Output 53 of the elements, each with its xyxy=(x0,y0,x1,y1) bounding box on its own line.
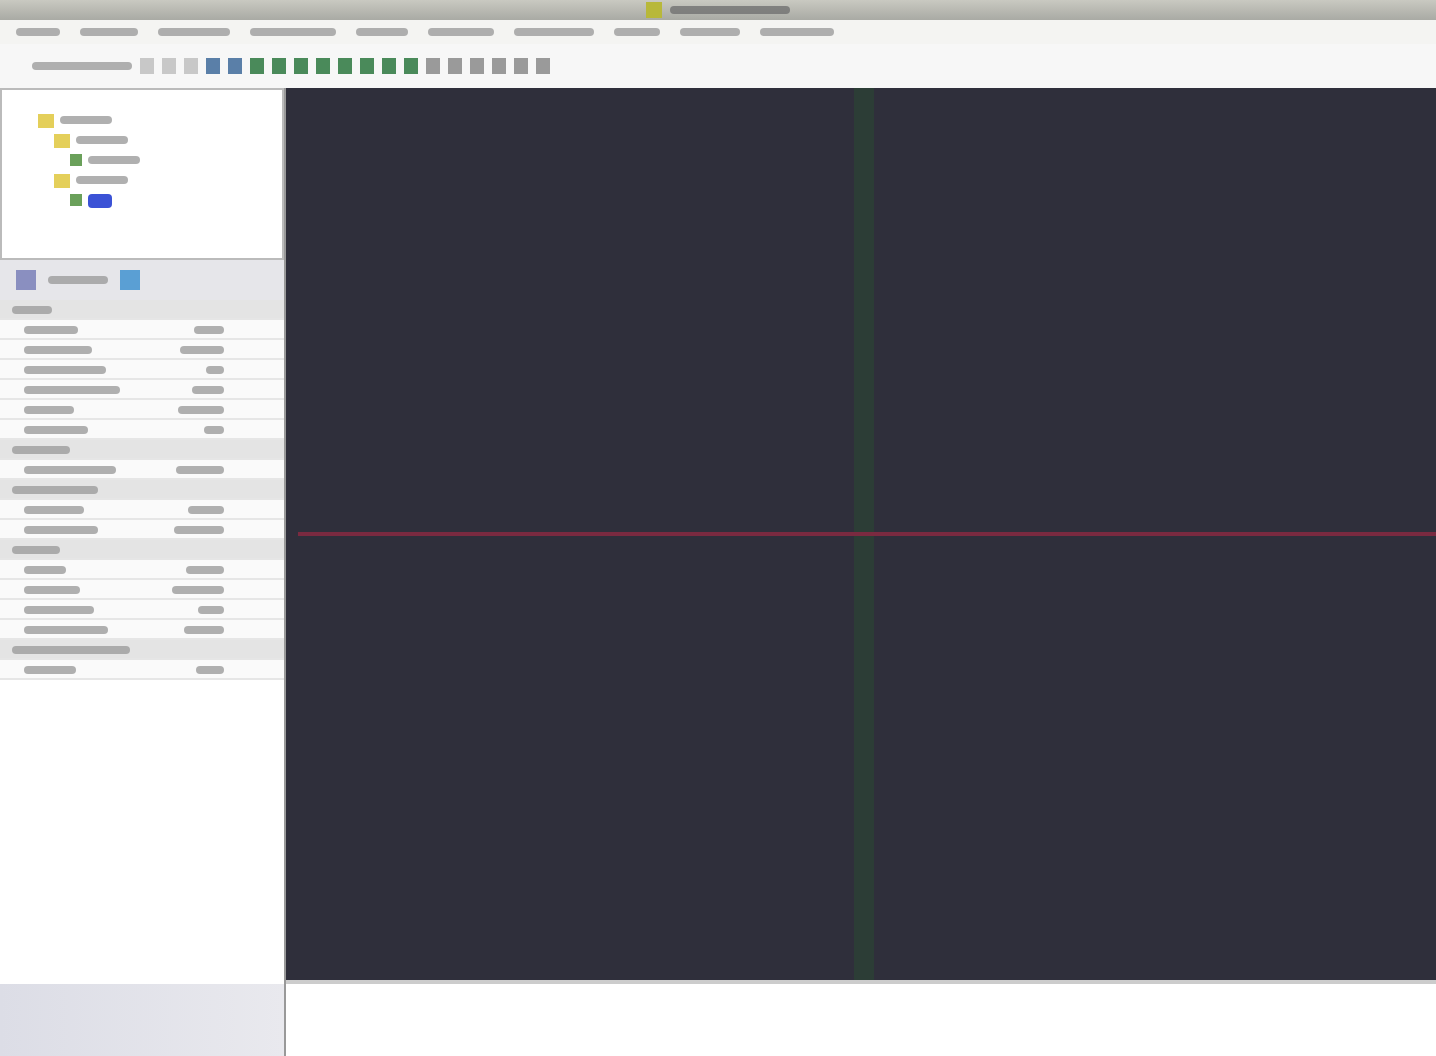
illegible-value xyxy=(198,605,224,613)
illegible-value xyxy=(188,505,224,513)
illegible-property xyxy=(24,425,88,433)
illegible-section xyxy=(12,445,70,453)
illegible-property xyxy=(24,405,74,413)
illegible-section xyxy=(12,545,60,553)
illegible-value xyxy=(192,385,224,393)
node-icon xyxy=(70,154,82,166)
panel-icon xyxy=(120,270,140,290)
menu-item[interactable] xyxy=(80,28,138,36)
illegible-section xyxy=(12,305,52,313)
illegible-section xyxy=(12,645,130,653)
illegible-value xyxy=(178,405,224,413)
menu-item[interactable] xyxy=(158,28,230,36)
illegible-value xyxy=(184,625,224,633)
illegible-property xyxy=(24,325,78,333)
illegible-value xyxy=(176,465,224,473)
illegible-property xyxy=(24,465,116,473)
illegible-property xyxy=(24,565,66,573)
tree-item[interactable] xyxy=(88,193,112,207)
node-icon xyxy=(70,194,82,206)
illegible-property xyxy=(24,365,106,373)
app-icon xyxy=(646,2,662,18)
menu-item[interactable] xyxy=(356,28,408,36)
menu-item[interactable] xyxy=(760,28,834,36)
menu-item[interactable] xyxy=(614,28,660,36)
illegible-label xyxy=(48,276,108,284)
illegible-property xyxy=(24,665,76,673)
illegible-property xyxy=(24,625,108,633)
illegible-value xyxy=(194,325,224,333)
panel-icon xyxy=(16,270,36,290)
illegible-title xyxy=(670,6,790,14)
illegible-property xyxy=(24,605,94,613)
folder-icon xyxy=(54,173,70,187)
menu-item[interactable] xyxy=(514,28,594,36)
illegible-value xyxy=(180,345,224,353)
menu-item[interactable] xyxy=(250,28,336,36)
illegible-property xyxy=(24,385,120,393)
menu-item[interactable] xyxy=(428,28,494,36)
illegible-property xyxy=(24,345,92,353)
illegible-value xyxy=(204,425,224,433)
illegible-property xyxy=(24,505,84,513)
illegible-property xyxy=(24,525,98,533)
illegible-property xyxy=(24,585,80,593)
illegible-section xyxy=(12,485,98,493)
illegible-value xyxy=(206,365,224,373)
menu-item[interactable] xyxy=(680,28,740,36)
illegible-value xyxy=(186,565,224,573)
illegible-value xyxy=(196,665,224,673)
illegible-value xyxy=(172,585,224,593)
illegible-toolbar-label xyxy=(32,62,132,70)
menu-item[interactable] xyxy=(16,28,60,36)
illegible-value xyxy=(174,525,224,533)
